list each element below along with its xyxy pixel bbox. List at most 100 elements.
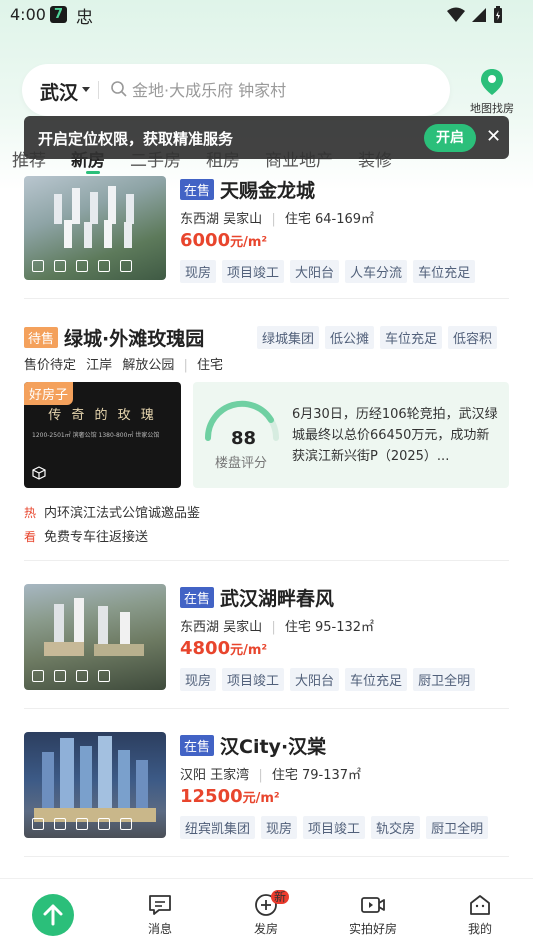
listing-district: 东西湖 xyxy=(180,212,220,227)
divider xyxy=(24,856,509,857)
score-label: 楼盘评分 xyxy=(215,456,268,471)
listing-meta: 汉阳 王家湾 | 住宅 79-137㎡ xyxy=(180,764,361,783)
listing-tags: 现房 项目竣工 大阳台 人车分流 车位充足 xyxy=(180,260,476,283)
meta-separator: | xyxy=(271,620,276,635)
tag: 现房 xyxy=(180,668,217,691)
video-icon xyxy=(32,670,44,682)
enable-location-button[interactable]: 开启 xyxy=(424,124,476,152)
panorama-icon xyxy=(76,818,88,830)
status-bar: 4:00 7 忠 xyxy=(0,0,533,30)
tag: 人车分流 xyxy=(345,260,408,283)
panorama-icon xyxy=(98,260,110,272)
sandtable-icon xyxy=(54,818,66,830)
map-find-label: 地图找房 xyxy=(470,102,514,115)
search-bar: 武汉 xyxy=(22,64,450,116)
listing-price: 6000元/m² xyxy=(180,230,267,251)
listing-area: 江岸 xyxy=(86,358,113,373)
tag: 低容积 xyxy=(448,326,498,349)
nav-real-photos[interactable]: 实拍好房 xyxy=(338,893,408,937)
listing-price: 12500元/m² xyxy=(180,786,280,807)
highlight-text: 内环滨江法式公馆诚邀品鉴 xyxy=(44,506,201,521)
close-icon[interactable]: ✕ xyxy=(486,126,501,147)
sandtable-icon xyxy=(76,260,88,272)
status-badge: 在售 xyxy=(180,587,215,608)
divider xyxy=(24,298,509,299)
listing-size: 95-132㎡ xyxy=(315,620,375,635)
nav-messages[interactable]: 消息 xyxy=(125,893,195,937)
listing-area: 吴家山 xyxy=(223,212,263,227)
listing-card[interactable]: 在售 武汉湖畔春风 东西湖 吴家山 | 住宅 95-132㎡ 4800元/m² … xyxy=(24,584,509,692)
image-subline: 1200-2501㎡ 滨奢公馆 1380-800㎡ 世家公馆 xyxy=(32,432,160,439)
listing-title-row: 在售 汉City·汉棠 xyxy=(180,732,326,759)
listing-meta: 东西湖 吴家山 | 住宅 64-169㎡ xyxy=(180,208,374,227)
battery-icon xyxy=(494,6,502,23)
city-caret-icon[interactable] xyxy=(82,87,90,92)
price-unit: 元/m² xyxy=(230,235,268,250)
video-camera-icon xyxy=(361,897,385,913)
tag: 车位充足 xyxy=(413,260,476,283)
app-notification-icon: 7 xyxy=(50,6,67,23)
meta-separator: | xyxy=(183,358,188,373)
listing-title: 汉City·汉棠 xyxy=(220,736,327,758)
listing-area: 王家湾 xyxy=(210,768,250,783)
listing-image: 好房子 传 奇 的 玫 瑰 1200-2501㎡ 滨奢公馆 1380-800㎡ … xyxy=(24,382,181,488)
listing-area-2: 解放公园 xyxy=(122,358,175,373)
search-divider xyxy=(98,81,99,99)
search-icon xyxy=(111,81,127,97)
tag: 厨卫全明 xyxy=(426,816,489,839)
nav-label: 消息 xyxy=(147,922,172,936)
price-value: 6000 xyxy=(180,230,231,251)
nav-profile[interactable]: 我的 xyxy=(445,893,515,937)
divider xyxy=(24,708,509,709)
highlight-item: 看免费专车往返接送 xyxy=(24,526,148,545)
listing-image xyxy=(24,584,166,690)
map-pin-icon xyxy=(481,69,503,95)
city-selector[interactable]: 武汉 xyxy=(40,78,78,105)
tag: 项目竣工 xyxy=(222,260,285,283)
signal-icon xyxy=(472,8,486,22)
hot-icon: 热 xyxy=(24,506,37,520)
listing-title: 武汉湖畔春风 xyxy=(220,588,335,610)
video-icon xyxy=(32,818,44,830)
message-icon xyxy=(149,895,171,915)
score-card[interactable]: 88 楼盘评分 6月30日，历经106轮竞拍，武汉绿城最终以总价66450万元，… xyxy=(193,382,509,488)
status-time: 4:00 xyxy=(10,5,46,24)
listing-meta: 售价待定 江岸 解放公园 | 住宅 xyxy=(24,354,223,373)
tag: 项目竣工 xyxy=(222,668,285,691)
scroll-top-button[interactable] xyxy=(32,894,74,936)
highlight-item: 热内环滨江法式公馆诚邀品鉴 xyxy=(24,502,200,521)
price-value: 12500 xyxy=(180,786,243,807)
tag: 车位充足 xyxy=(380,326,443,349)
cube-icon xyxy=(120,818,132,830)
listing-title-row: 在售 天赐金龙城 xyxy=(180,176,315,203)
listing-image xyxy=(24,732,166,838)
listing-card[interactable]: 在售 汉City·汉棠 汉阳 王家湾 | 住宅 79-137㎡ 12500元/m… xyxy=(24,732,509,840)
vr-icon xyxy=(32,260,44,272)
price-status: 售价待定 xyxy=(24,358,77,373)
tag: 项目竣工 xyxy=(303,816,366,839)
news-snippet: 6月30日，历经106轮竞拍，武汉绿城最终以总价66450万元，成功新获滨江新兴… xyxy=(292,407,498,464)
dot-icon xyxy=(98,670,110,682)
good-house-label: 好房子 xyxy=(24,382,74,405)
tag: 现房 xyxy=(180,260,217,283)
status-badge: 待售 xyxy=(24,327,59,348)
image-headline: 传 奇 的 玫 瑰 xyxy=(48,408,157,423)
panorama-icon xyxy=(76,670,88,682)
listing-title: 天赐金龙城 xyxy=(220,180,316,202)
divider xyxy=(24,560,509,561)
listing-size: 79-137㎡ xyxy=(302,768,362,783)
listing-title-row: 在售 武汉湖畔春风 xyxy=(180,584,334,611)
tag: 厨卫全明 xyxy=(413,668,476,691)
price-unit: 元/m² xyxy=(230,643,268,658)
tag: 低公摊 xyxy=(325,326,375,349)
listing-district: 汉阳 xyxy=(180,768,207,783)
nav-post-house[interactable]: 新 发房 xyxy=(231,890,301,937)
featured-listing-card[interactable]: 待售 绿城·外滩玫瑰园 绿城集团 低公摊 车位充足 低容积 售价待定 江岸 解放… xyxy=(24,324,509,546)
listing-tags: 现房 项目竣工 大阳台 车位充足 厨卫全明 xyxy=(180,668,476,691)
nav-label: 我的 xyxy=(467,922,492,936)
highlight-text: 免费专车往返接送 xyxy=(44,530,149,545)
listing-card[interactable]: 在售 天赐金龙城 东西湖 吴家山 | 住宅 64-169㎡ 6000元/m² 现… xyxy=(24,176,509,284)
map-find-button[interactable]: 地图找房 xyxy=(466,68,518,116)
search-input[interactable] xyxy=(132,78,432,102)
nav-label: 实拍好房 xyxy=(348,922,397,936)
